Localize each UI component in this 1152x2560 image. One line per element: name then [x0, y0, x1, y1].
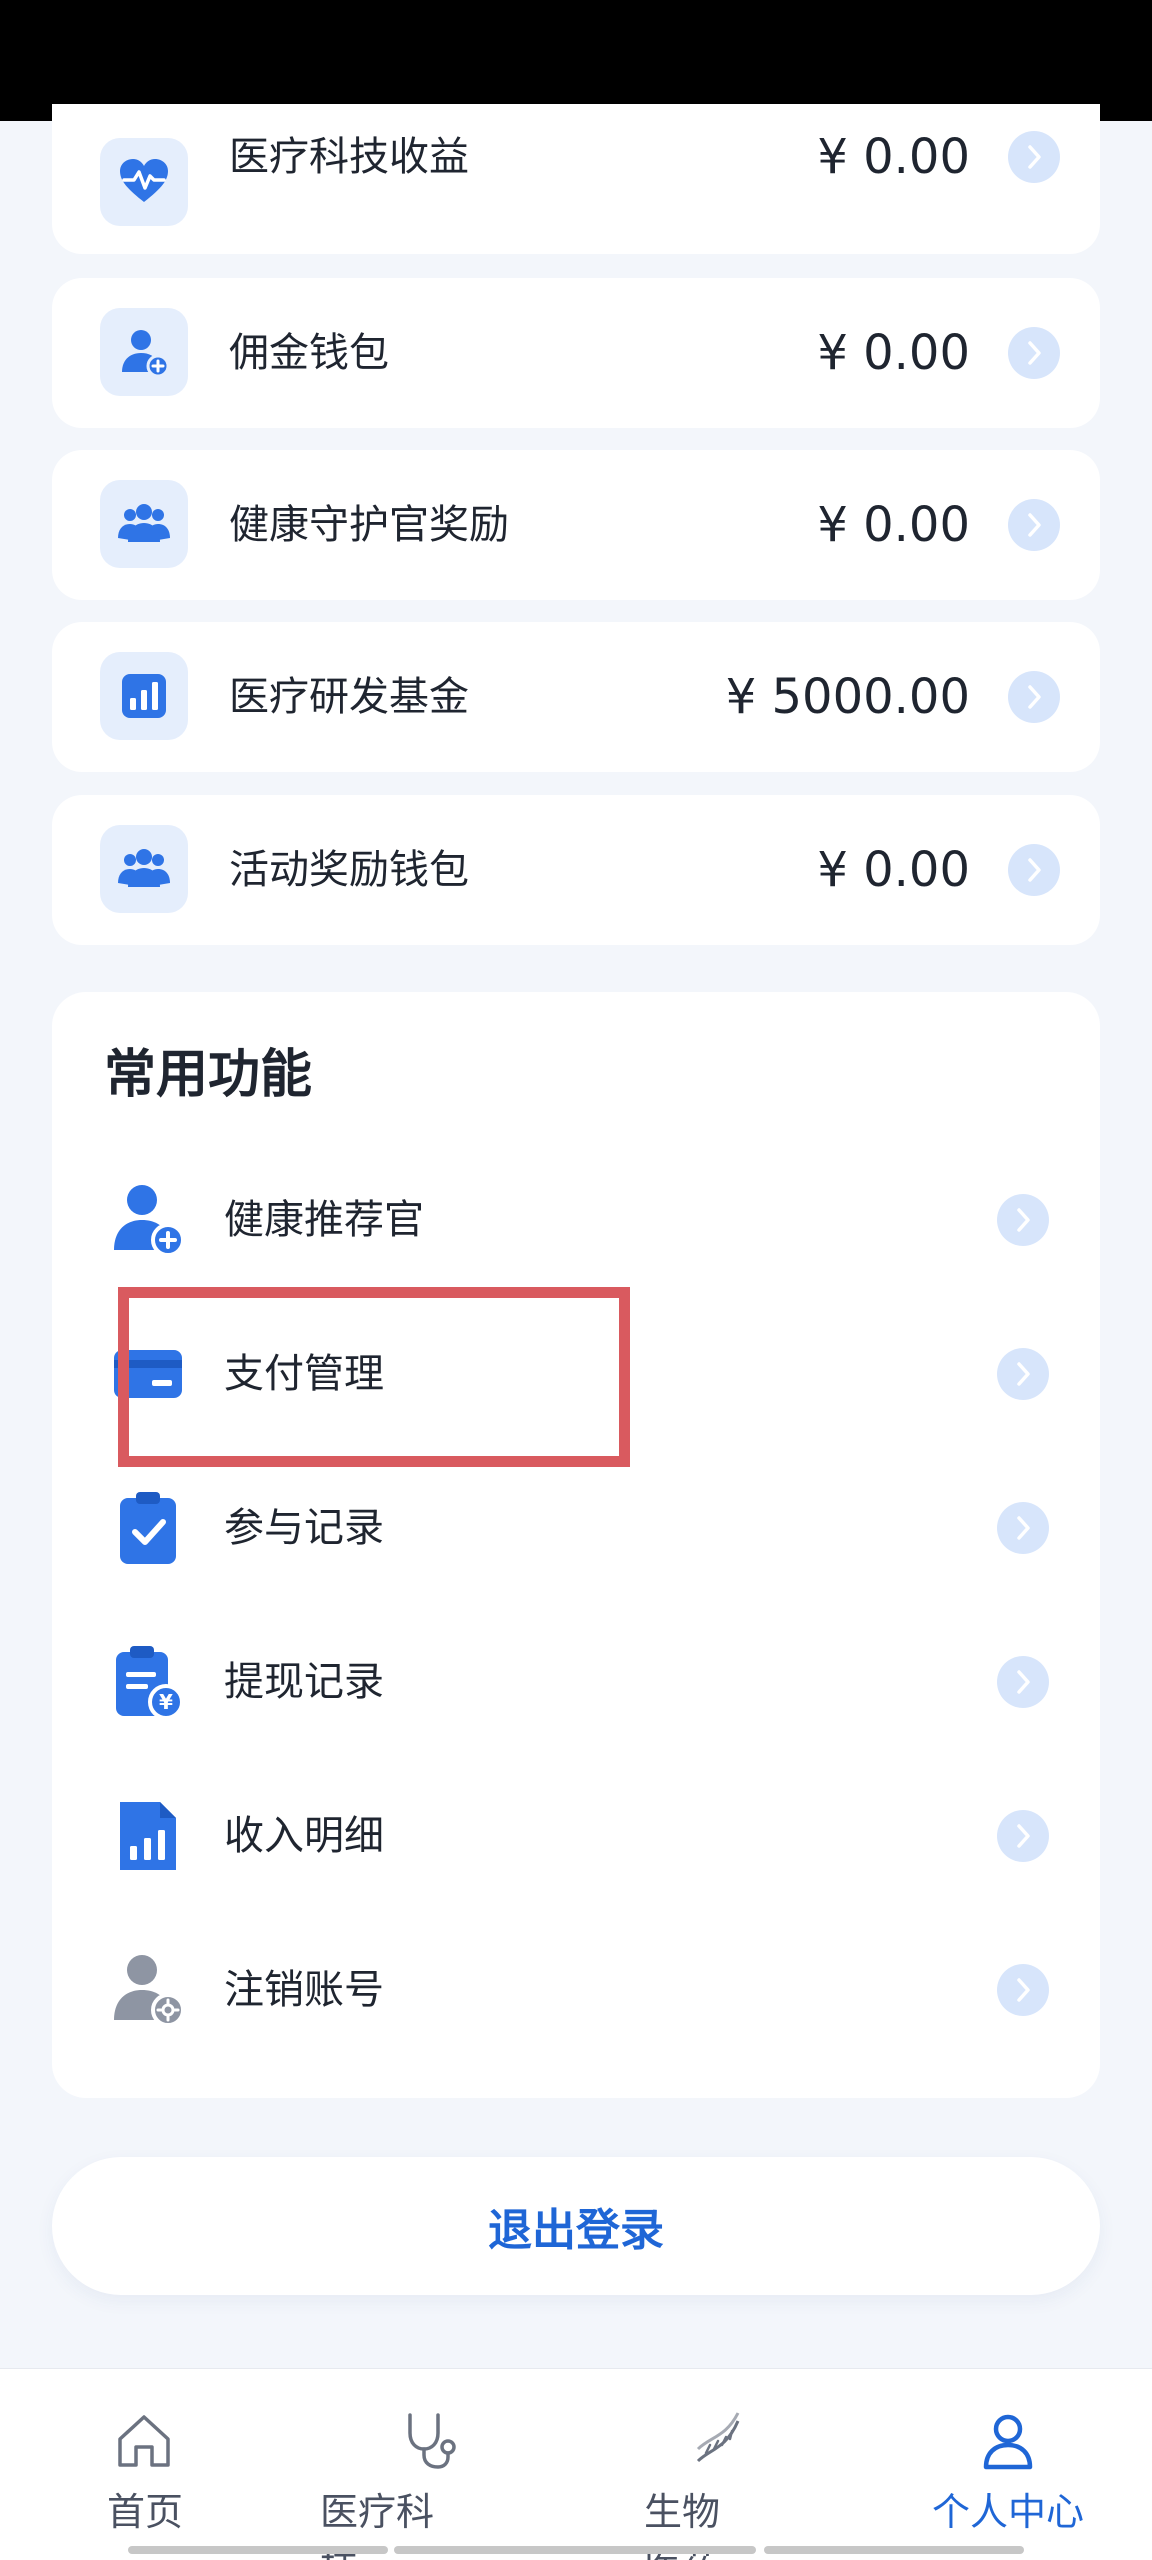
chevron-right-icon[interactable]	[997, 1502, 1049, 1554]
home-indicator	[764, 2546, 1024, 2554]
bar-chart-icon	[100, 652, 188, 740]
person-icon	[983, 2414, 1033, 2470]
chevron-right-icon[interactable]	[1008, 499, 1060, 551]
function-item-withdrawal-records[interactable]: ¥ 提现记录	[52, 1605, 1100, 1759]
wallet-label: 健康守护官奖励	[229, 502, 509, 548]
function-item-income-details[interactable]: 收入明细	[52, 1759, 1100, 1913]
wallet-card-health-guardian[interactable]: 健康守护官奖励 ¥ 0.00	[52, 450, 1100, 600]
section-title: 常用功能	[104, 1045, 313, 1105]
function-label: 健康推荐官	[224, 1197, 424, 1243]
users-group-icon	[100, 825, 188, 913]
chevron-right-icon[interactable]	[997, 1194, 1049, 1246]
function-item-payment-management[interactable]: 支付管理	[52, 1297, 1100, 1451]
wallet-card-medical-tech[interactable]: 医疗科技收益 ¥ 0.00	[52, 104, 1100, 254]
user-plus-icon	[100, 308, 188, 396]
function-label: 参与记录	[224, 1505, 384, 1551]
status-bar	[0, 0, 1152, 121]
wallet-card-rd-fund[interactable]: 医疗研发基金 ¥ 5000.00	[52, 622, 1100, 772]
tab-personal-center[interactable]: 个人中心	[864, 2369, 1152, 2539]
wallet-amount: ¥ 5000.00	[725, 669, 970, 725]
logout-button[interactable]: 退出登录	[52, 2157, 1100, 2295]
home-icon	[118, 2415, 170, 2467]
wallet-amount: ¥ 0.00	[817, 497, 970, 553]
chevron-right-icon[interactable]	[997, 1964, 1049, 2016]
bottom-tab-bar: 首页 医疗科技 生物医药 个人中心	[0, 2368, 1152, 2560]
wallet-amount: ¥ 0.00	[817, 325, 970, 381]
income-chart-icon	[120, 1802, 176, 1870]
user-settings-icon	[114, 1955, 185, 2027]
wallet-label: 医疗研发基金	[229, 674, 469, 720]
users-group-icon	[100, 480, 188, 568]
wallet-card-activity-reward[interactable]: 活动奖励钱包 ¥ 0.00	[52, 795, 1100, 945]
home-indicator	[394, 2546, 756, 2554]
chevron-right-icon[interactable]	[997, 1348, 1049, 1400]
wallet-label: 佣金钱包	[229, 330, 389, 376]
function-item-health-recommender[interactable]: 健康推荐官	[52, 1143, 1100, 1297]
function-label: 提现记录	[224, 1659, 384, 1705]
home-indicator	[128, 2546, 388, 2554]
stethoscope-icon	[408, 2413, 456, 2469]
tab-biomedicine[interactable]: 生物医药	[576, 2369, 864, 2560]
tab-label: 个人中心	[931, 2490, 1084, 2534]
chevron-right-icon[interactable]	[997, 1656, 1049, 1708]
wallet-amount: ¥ 0.00	[817, 129, 970, 185]
svg-text:¥: ¥	[159, 1690, 173, 1714]
withdraw-record-icon: ¥	[116, 1646, 184, 1720]
common-functions-card: 常用功能 健康推荐官 支付管理 参与记录 ¥ 提现记录 收入明细 注销账号	[52, 992, 1100, 2098]
wallet-label: 医疗科技收益	[229, 134, 469, 180]
function-item-cancel-account[interactable]: 注销账号	[52, 1913, 1100, 2067]
heart-pulse-icon	[100, 138, 188, 226]
user-plus-icon	[114, 1185, 185, 1257]
chevron-right-icon[interactable]	[1008, 671, 1060, 723]
chevron-right-icon[interactable]	[997, 1810, 1049, 1862]
chevron-right-icon[interactable]	[1008, 844, 1060, 896]
chevron-right-icon[interactable]	[1008, 327, 1060, 379]
dna-icon	[696, 2412, 740, 2463]
clipboard-check-icon	[120, 1492, 176, 1564]
wallet-card-commission[interactable]: 佣金钱包 ¥ 0.00	[52, 278, 1100, 428]
function-label: 注销账号	[224, 1967, 384, 2013]
wallet-amount: ¥ 0.00	[817, 842, 970, 898]
function-item-participation-records[interactable]: 参与记录	[52, 1451, 1100, 1605]
chevron-right-icon[interactable]	[1008, 131, 1060, 183]
wallet-label: 活动奖励钱包	[229, 847, 469, 893]
function-label: 收入明细	[224, 1813, 384, 1859]
credit-card-icon	[114, 1350, 182, 1398]
function-label: 支付管理	[224, 1351, 384, 1397]
